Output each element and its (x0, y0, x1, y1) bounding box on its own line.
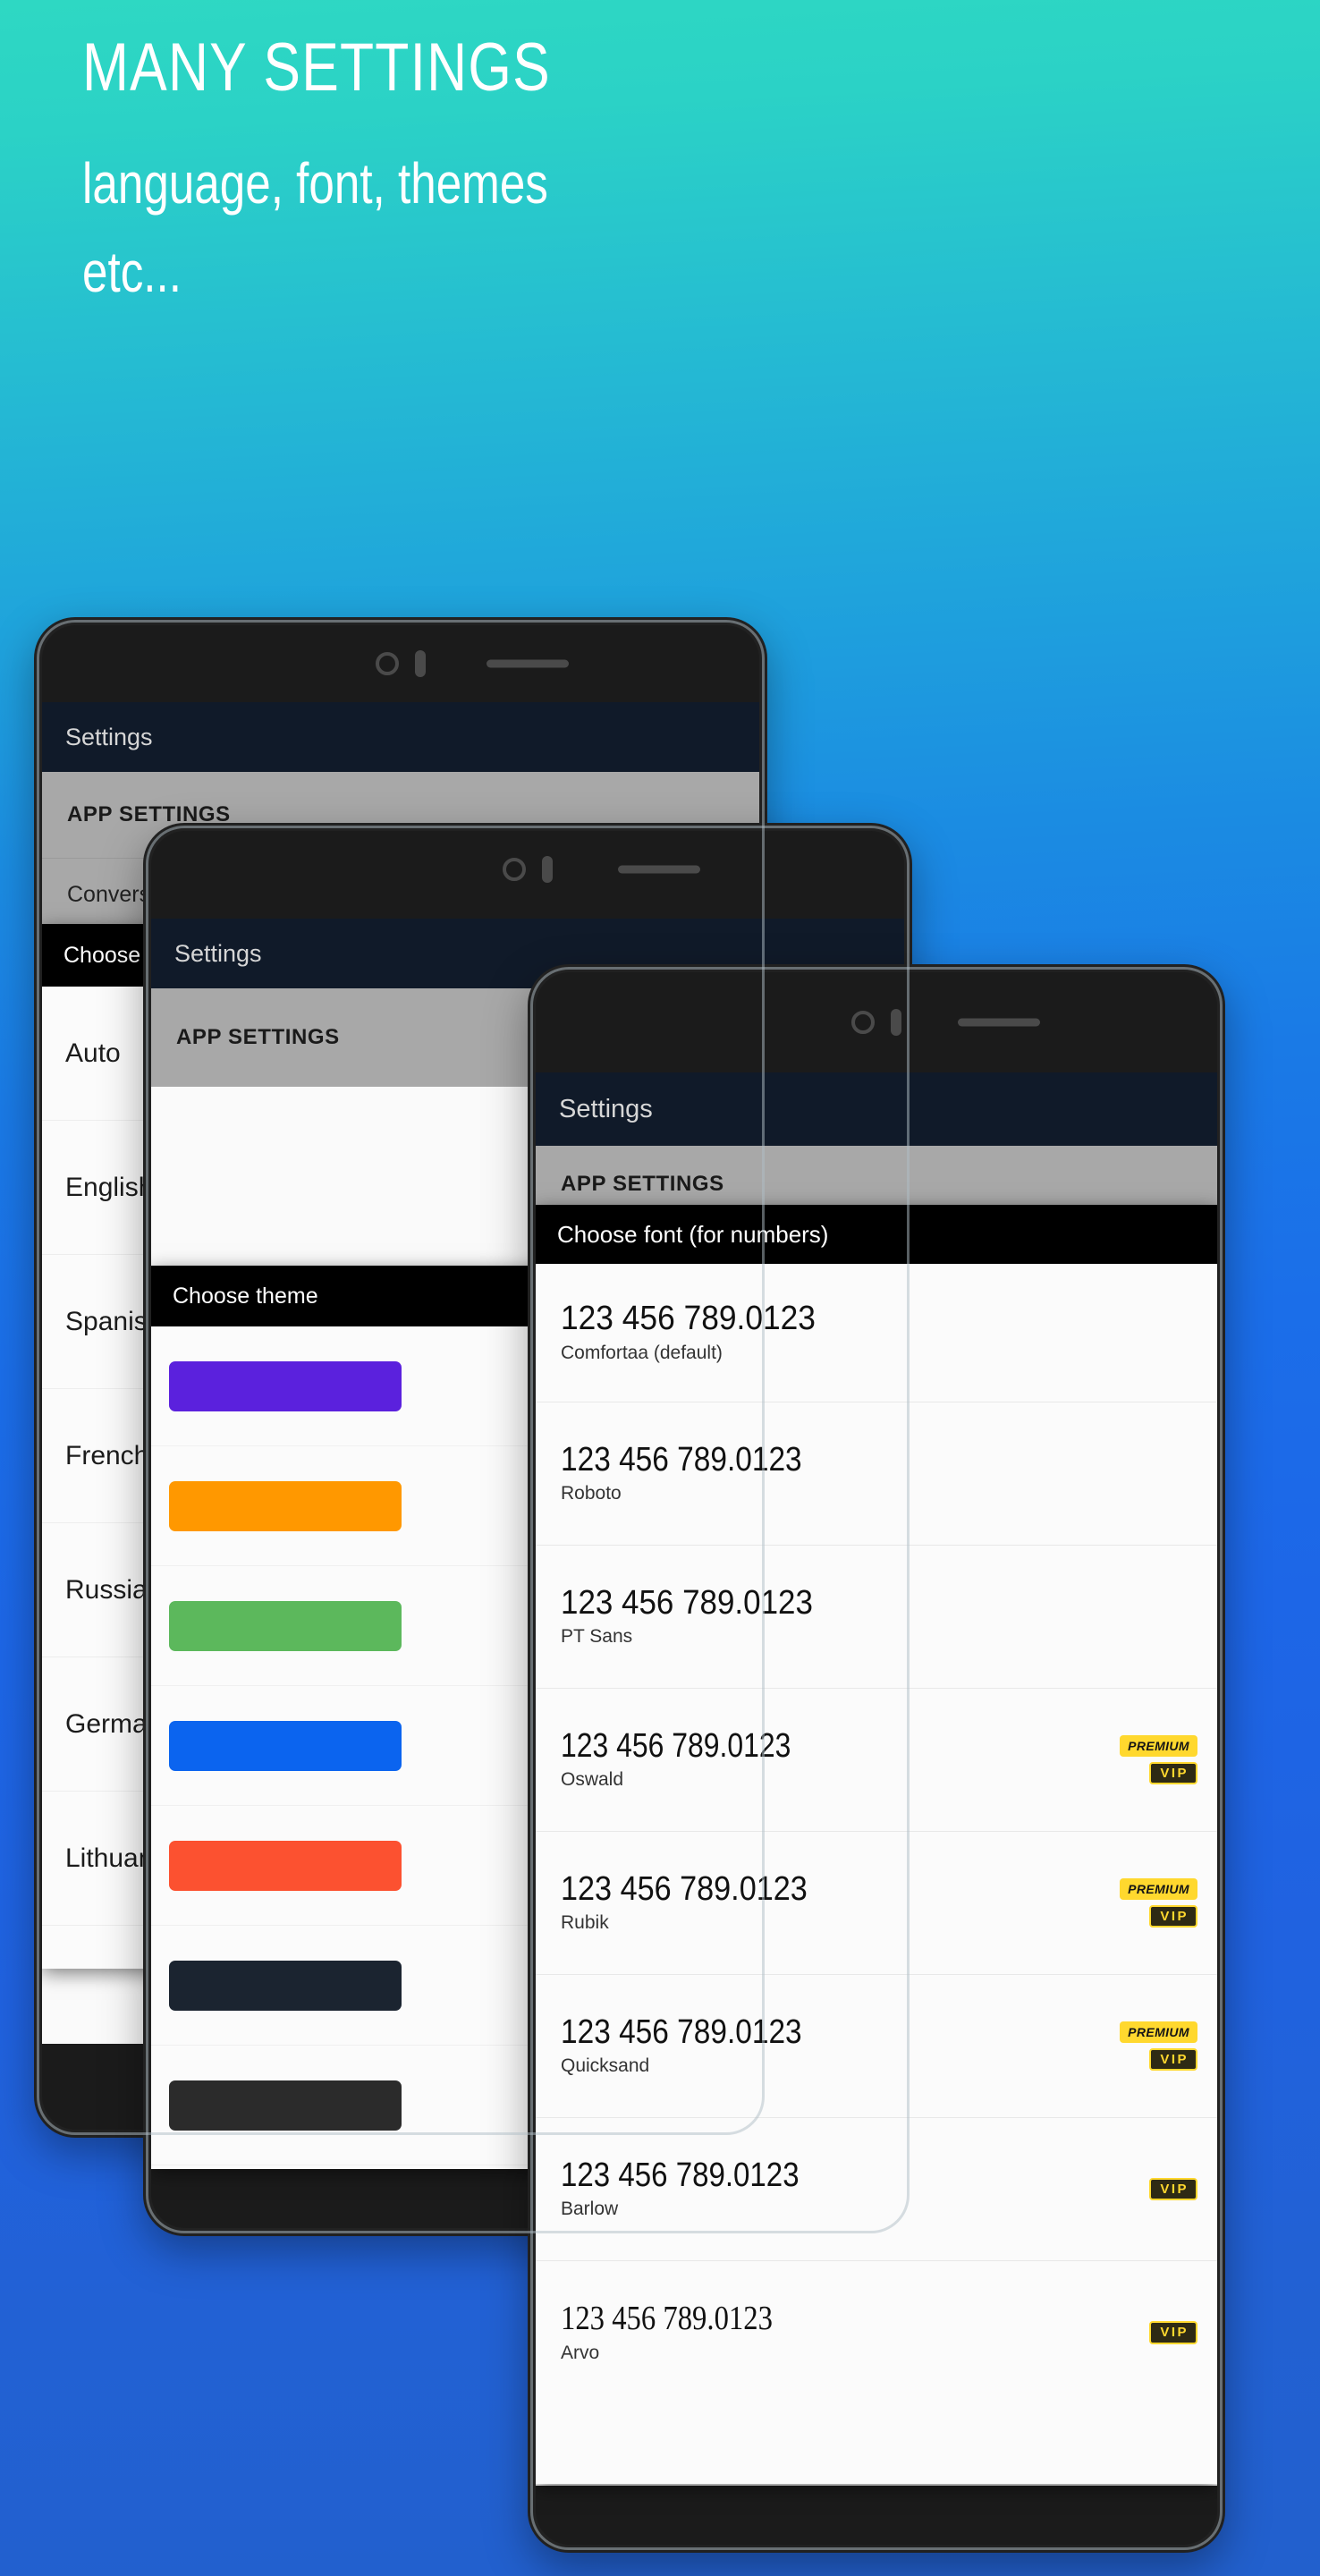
font-name-comfortaa: Comfortaa (default) (561, 1342, 723, 1363)
phone-middle-sensors (151, 831, 904, 908)
font-option-ptsans-text: 123 456 789.0123 PT Sans (561, 1583, 1197, 1648)
font-option-barlow-text: 123 456 789.0123 Barlow (561, 2156, 1149, 2221)
phone-right: Settings APP SETTINGS Choose font (for n… (528, 964, 1225, 2553)
font-sample-roboto: 123 456 789.0123 (561, 1440, 802, 1479)
font-name-quicksand: Quicksand (561, 2055, 650, 2077)
font-option-roboto-text: 123 456 789.0123 Roboto (561, 1440, 1197, 1505)
font-badges-quicksand: PREMIUM VIP (1120, 2021, 1197, 2072)
font-option-quicksand[interactable]: 123 456 789.0123 Quicksand PREMIUM VIP (536, 1975, 1217, 2118)
font-sample-barlow: 123 456 789.0123 (561, 2156, 800, 2194)
language-option-french-label: French (65, 1440, 149, 1470)
right-appbar: Settings (536, 1072, 1217, 1146)
font-sample-oswald: 123 456 789.0123 (561, 1726, 791, 1765)
badge-premium: PREMIUM (1120, 1734, 1197, 1757)
proximity-sensor-icon (891, 1009, 901, 1036)
speaker-icon (958, 1018, 1041, 1027)
font-option-comfortaa[interactable]: 123 456 789.0123 Comfortaa (default) (536, 1264, 1217, 1402)
language-option-auto-label: Auto (65, 1038, 121, 1068)
theme-swatch-orange (169, 1480, 402, 1531)
font-sample-rubik: 123 456 789.0123 (561, 1869, 808, 1908)
right-section-header-label: APP SETTINGS (561, 1172, 724, 1196)
proximity-sensor-icon (542, 856, 553, 883)
theme-swatch-navy (169, 1960, 402, 2011)
theme-swatch-purple (169, 1360, 402, 1411)
right-appbar-title: Settings (559, 1094, 653, 1123)
promo-subline-1: language, font, themes (82, 151, 548, 216)
font-name-rubik: Rubik (561, 1912, 609, 1934)
font-name-ptsans: PT Sans (561, 1626, 633, 1648)
middle-section-header-label: APP SETTINGS (176, 1025, 340, 1049)
speaker-icon (618, 865, 701, 874)
language-option-english-label: English (65, 1172, 154, 1202)
badge-premium: PREMIUM (1120, 1877, 1197, 1900)
camera-icon (851, 1011, 875, 1034)
badge-vip: VIP (1149, 1904, 1197, 1928)
theme-swatch-blue (169, 1720, 402, 1771)
badge-vip: VIP (1149, 2177, 1197, 2201)
left-appbar: Settings (42, 702, 759, 772)
promo-subline-2: etc... (82, 240, 182, 305)
left-appbar-title: Settings (65, 723, 153, 750)
font-option-arvo-text: 123 456 789.0123 Arvo (561, 2301, 1149, 2364)
font-sample-comfortaa: 123 456 789.0123 (561, 1300, 816, 1338)
font-option-oswald-text: 123 456 789.0123 Oswald (561, 1726, 1120, 1792)
font-option-oswald[interactable]: 123 456 789.0123 Oswald PREMIUM VIP (536, 1689, 1217, 1832)
font-badges-barlow: VIP (1149, 2177, 1197, 2201)
font-sample-quicksand: 123 456 789.0123 (561, 2012, 802, 2051)
badge-vip: VIP (1149, 1761, 1197, 1785)
theme-swatch-green (169, 1600, 402, 1651)
font-sample-ptsans: 123 456 789.0123 (561, 1583, 813, 1622)
theme-swatch-red (169, 1840, 402, 1891)
camera-icon (376, 652, 399, 675)
phone-left-sensors (42, 625, 759, 702)
font-option-ptsans[interactable]: 123 456 789.0123 PT Sans (536, 1546, 1217, 1689)
font-name-arvo: Arvo (561, 2342, 600, 2363)
promo-headline: MANY SETTINGS (82, 30, 551, 106)
font-dialog: Choose font (for numbers) 123 456 789.01… (536, 1205, 1217, 2484)
font-option-comfortaa-text: 123 456 789.0123 Comfortaa (default) (561, 1301, 1197, 1364)
font-option-quicksand-text: 123 456 789.0123 Quicksand (561, 2012, 1120, 2078)
speaker-icon (487, 659, 570, 668)
font-dialog-title-label: Choose font (for numbers) (557, 1220, 829, 1248)
font-name-barlow: Barlow (561, 2199, 619, 2220)
font-badges-oswald: PREMIUM VIP (1120, 1734, 1197, 1785)
badge-vip: VIP (1149, 2047, 1197, 2072)
badge-vip: VIP (1149, 2321, 1197, 2344)
camera-icon (503, 858, 526, 881)
font-dialog-title: Choose font (for numbers) (536, 1205, 1217, 1264)
badge-premium: PREMIUM (1120, 2021, 1197, 2043)
font-name-oswald: Oswald (561, 1769, 624, 1791)
phone-right-body: Settings APP SETTINGS Choose font (for n… (536, 972, 1217, 2545)
proximity-sensor-icon (415, 650, 426, 677)
font-option-rubik-text: 123 456 789.0123 Rubik (561, 1869, 1120, 1935)
font-option-barlow[interactable]: 123 456 789.0123 Barlow VIP (536, 2118, 1217, 2261)
theme-dialog-title-label: Choose theme (173, 1283, 318, 1309)
font-sample-arvo: 123 456 789.0123 (561, 2300, 773, 2338)
font-option-roboto[interactable]: 123 456 789.0123 Roboto (536, 1402, 1217, 1546)
phone-right-sensors (536, 972, 1217, 1072)
font-option-arvo[interactable]: 123 456 789.0123 Arvo VIP (536, 2261, 1217, 2404)
theme-swatch-dark (169, 2080, 402, 2131)
font-option-rubik[interactable]: 123 456 789.0123 Rubik PREMIUM VIP (536, 1832, 1217, 1975)
font-badges-rubik: PREMIUM VIP (1120, 1877, 1197, 1928)
font-name-roboto: Roboto (561, 1483, 622, 1504)
middle-appbar-title: Settings (174, 939, 262, 967)
promo-headline-block: MANY SETTINGS language, font, themes etc… (82, 34, 1066, 317)
font-badges-arvo: VIP (1149, 2321, 1197, 2344)
font-dialog-body: 123 456 789.0123 Comfortaa (default) 123… (536, 1264, 1217, 2404)
